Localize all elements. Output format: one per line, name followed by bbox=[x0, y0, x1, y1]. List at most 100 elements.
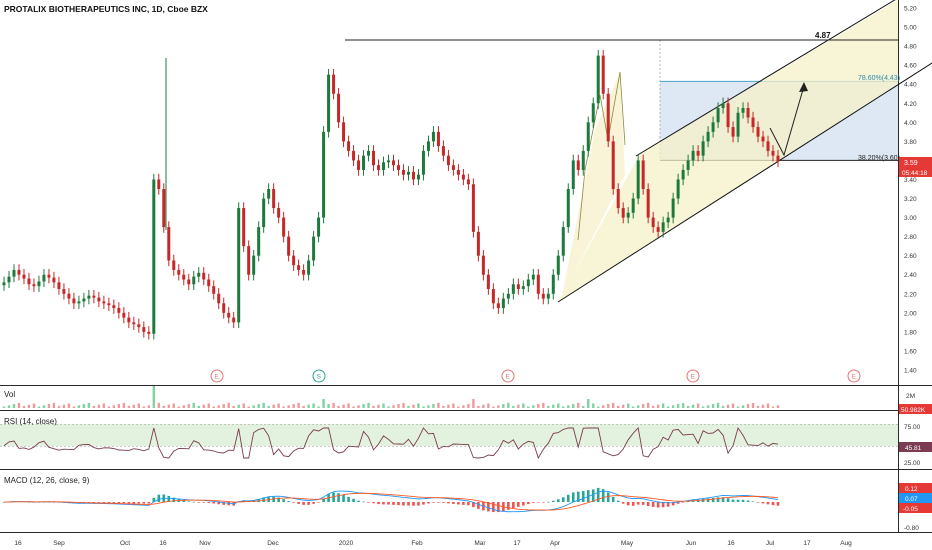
candle-body bbox=[746, 108, 750, 118]
volume-bar bbox=[711, 404, 715, 408]
volume-bar bbox=[12, 404, 16, 408]
volume-bar bbox=[771, 406, 775, 408]
candle-body bbox=[17, 269, 21, 275]
price-axis[interactable]: 5.205.004.804.604.404.204.003.803.603.40… bbox=[904, 6, 917, 375]
candle-body bbox=[701, 141, 705, 156]
candle-body bbox=[207, 279, 211, 287]
volume-bar bbox=[172, 403, 175, 408]
macd-histogram-bar bbox=[656, 502, 660, 508]
candle-body bbox=[666, 217, 670, 223]
candle-body bbox=[391, 160, 395, 166]
volume-bar bbox=[257, 404, 260, 408]
volume-bar bbox=[522, 403, 525, 408]
volume-bar bbox=[756, 405, 760, 408]
volume-bar bbox=[27, 404, 31, 408]
volume-bar bbox=[72, 406, 76, 408]
volume-bar bbox=[432, 404, 435, 408]
price-tick-label: 4.80 bbox=[904, 44, 917, 51]
candle-body bbox=[656, 227, 660, 232]
volume-bar bbox=[507, 402, 510, 408]
candle-body bbox=[372, 150, 376, 166]
volume-bar bbox=[132, 404, 136, 408]
volume-bar bbox=[192, 402, 195, 408]
time-axis-label: 2020 bbox=[339, 540, 354, 547]
candle-body bbox=[117, 308, 121, 313]
candle-body bbox=[342, 122, 346, 142]
volume-bar bbox=[267, 405, 270, 408]
price-tick-label: 3.20 bbox=[904, 196, 917, 203]
time-axis-label: 16 bbox=[727, 540, 735, 547]
volume-bar bbox=[177, 406, 180, 408]
candle-body bbox=[137, 324, 141, 328]
macd-histogram-bar bbox=[756, 502, 760, 503]
candle-body bbox=[247, 246, 251, 275]
price-tick-label: 1.60 bbox=[904, 348, 917, 355]
volume-bar bbox=[37, 406, 41, 408]
macd-histogram-bar bbox=[522, 502, 525, 506]
macd-histogram-bar bbox=[292, 502, 295, 503]
candle-body bbox=[132, 322, 136, 325]
macd-histogram-bar bbox=[297, 502, 300, 504]
macd-histogram-bar bbox=[746, 500, 750, 502]
price-chart: PROTALIX BIOTHERAPEUTICS INC, 1D, Cboe B… bbox=[0, 0, 932, 547]
volume-bar bbox=[542, 402, 545, 408]
macd-value-2: 0.07 bbox=[905, 496, 918, 503]
candle-body bbox=[2, 282, 6, 286]
volume-bar bbox=[92, 405, 96, 408]
candle-body bbox=[292, 255, 296, 266]
time-axis-label: Nov bbox=[199, 540, 211, 547]
macd-histogram-bar bbox=[132, 502, 136, 504]
candle-body bbox=[596, 55, 600, 104]
candle-body bbox=[761, 136, 765, 142]
macd-histogram-bar bbox=[417, 502, 420, 506]
macd-histogram-bar bbox=[741, 499, 745, 502]
candle-body bbox=[471, 184, 475, 232]
candle-body bbox=[272, 189, 276, 209]
volume-bar bbox=[227, 402, 230, 408]
candle-body bbox=[152, 179, 156, 334]
volume-bar bbox=[67, 403, 71, 408]
time-axis-label: 16 bbox=[14, 540, 22, 547]
volume-bar bbox=[597, 406, 600, 408]
volume-bar bbox=[452, 403, 455, 408]
candle-body bbox=[716, 108, 720, 123]
volume-bar bbox=[487, 403, 490, 408]
candle-body bbox=[297, 265, 301, 270]
rsi-tick-25: 25.00 bbox=[904, 460, 921, 467]
rsi-pane-label: RSI (14, close) bbox=[4, 417, 57, 426]
candle-body bbox=[711, 122, 715, 132]
macd-histogram-bar bbox=[382, 502, 385, 505]
volume-bar bbox=[512, 405, 515, 408]
macd-histogram-bar bbox=[117, 502, 121, 504]
volume-bar bbox=[62, 404, 66, 408]
macd-histogram-bar bbox=[477, 502, 480, 509]
macd-histogram-bar bbox=[611, 496, 615, 502]
volume-bar bbox=[242, 403, 245, 408]
volume-bar bbox=[212, 406, 215, 408]
macd-histogram-bar bbox=[207, 502, 211, 503]
candle-body bbox=[416, 174, 420, 180]
macd-histogram-bar bbox=[771, 502, 775, 506]
volume-bar bbox=[462, 405, 465, 408]
macd-histogram-bar bbox=[556, 499, 560, 502]
candle-body bbox=[252, 255, 256, 275]
volume-bar bbox=[477, 405, 480, 408]
volume-bar bbox=[671, 405, 675, 408]
candle-body bbox=[641, 160, 645, 189]
volume-bar bbox=[217, 405, 220, 408]
macd-histogram-bar bbox=[422, 502, 425, 505]
time-axis[interactable]: 16 Sep Oct 16 Nov Dec 2020 Feb Mar 17 Apr May Jun 16 J… bbox=[14, 540, 852, 547]
volume-bar bbox=[247, 406, 250, 408]
macd-histogram-bar bbox=[402, 502, 405, 506]
candle-body bbox=[751, 117, 755, 128]
macd-histogram-bar bbox=[631, 502, 635, 506]
macd-histogram-bar bbox=[312, 502, 315, 504]
volume-bar bbox=[661, 403, 665, 408]
volume-bar bbox=[397, 404, 400, 408]
volume-bar bbox=[447, 404, 450, 408]
candle-body bbox=[377, 165, 381, 170]
price-tick-label: 3.00 bbox=[904, 215, 917, 222]
event-markers[interactable]: ESEEE bbox=[210, 369, 861, 383]
volume-bar bbox=[686, 405, 690, 408]
candle-body bbox=[77, 301, 81, 304]
